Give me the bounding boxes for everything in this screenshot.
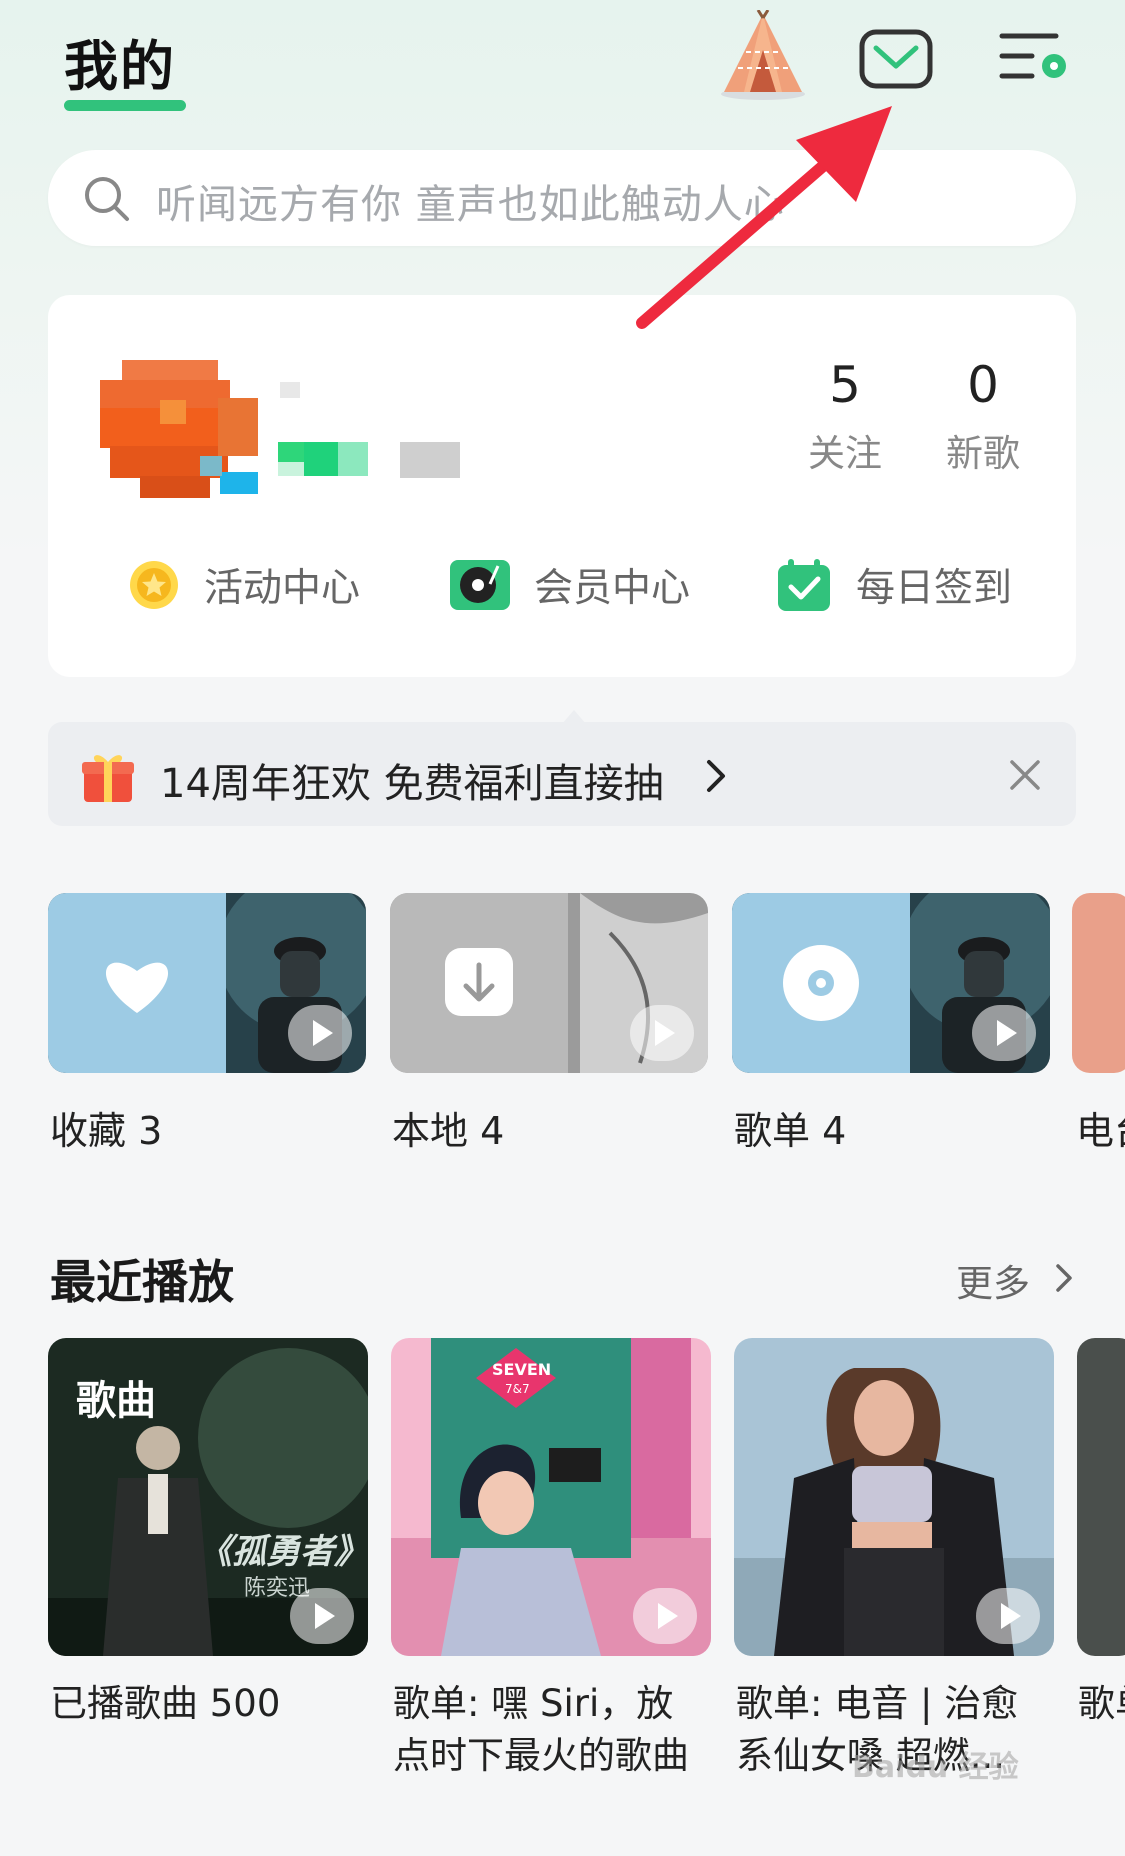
title-line: 已播歌曲 500 <box>50 1682 281 1725</box>
new-songs-label: 新歌 <box>946 432 1020 475</box>
activity-center-link[interactable]: 活动中心 <box>128 555 360 615</box>
play-button[interactable] <box>976 1588 1040 1644</box>
playlist-edm-card[interactable] <box>734 1338 1054 1656</box>
vip-center-label: 会员中心 <box>534 566 691 611</box>
more-link[interactable]: 更多 <box>956 1253 1030 1307</box>
playlist-partial-title: 歌单 <box>1078 1678 1125 1730</box>
close-icon[interactable] <box>1008 758 1042 792</box>
mail-icon[interactable] <box>858 28 934 90</box>
playlist-siri-card[interactable]: SEVEN 7&7 <box>391 1338 711 1656</box>
watermark: Baidu 经验 <box>852 1750 1019 1785</box>
playlist-card-partial[interactable] <box>1077 1338 1125 1656</box>
title-line: 歌单 <box>1078 1682 1125 1725</box>
radio-tile[interactable] <box>1072 893 1125 1073</box>
gift-icon <box>82 755 134 802</box>
search-icon <box>85 177 129 221</box>
daily-checkin-label: 每日签到 <box>856 566 1013 611</box>
activity-center-label: 活动中心 <box>204 566 361 611</box>
vinyl-player-icon <box>450 560 510 610</box>
play-button[interactable] <box>630 1005 694 1061</box>
chevron-right-icon[interactable] <box>1054 1262 1074 1294</box>
title-line: 点时下最火的歌曲 <box>393 1734 689 1777</box>
playlists-tile[interactable] <box>732 893 1050 1073</box>
following-stat[interactable]: 5 关注 <box>790 355 900 477</box>
following-label: 关注 <box>808 432 882 475</box>
cover-subtitle: 7&7 <box>505 1382 530 1396</box>
menu-settings-icon[interactable] <box>998 30 1072 88</box>
favorites-tile[interactable] <box>48 893 366 1073</box>
vip-center-link[interactable]: 会员中心 <box>450 555 690 615</box>
play-button[interactable] <box>972 1005 1036 1061</box>
local-label: 本地 4 <box>392 1109 505 1153</box>
promo-text[interactable]: 14周年狂欢 免费福利直接抽 <box>160 751 664 809</box>
play-button[interactable] <box>290 1588 354 1644</box>
new-songs-stat[interactable]: 0 新歌 <box>928 355 1038 477</box>
recent-songs-title: 已播歌曲 500 <box>50 1678 380 1730</box>
recent-section-title: 最近播放 <box>50 1255 234 1309</box>
playlist-siri-title: 歌单: 嘿 Siri，放 点时下最火的歌曲 <box>393 1678 723 1782</box>
title-line: 歌单: 嘿 Siri，放 <box>393 1682 674 1725</box>
annotation-arrow <box>636 106 892 329</box>
title-line: 歌单: 电音 | 治愈 <box>736 1682 1019 1725</box>
play-button[interactable] <box>288 1005 352 1061</box>
avatar[interactable] <box>100 360 260 500</box>
daily-checkin-link[interactable]: 每日签到 <box>776 555 1012 615</box>
cover-title: SEVEN <box>492 1360 552 1379</box>
title-underline <box>64 100 186 111</box>
page-title: 我的 <box>64 35 176 98</box>
playlists-label: 歌单 4 <box>734 1109 847 1153</box>
play-button[interactable] <box>633 1588 697 1644</box>
cover-title: 《孤勇者》 <box>198 1532 368 1572</box>
tent-icon[interactable] <box>718 10 808 102</box>
following-count: 5 <box>829 356 861 414</box>
song-badge: 歌曲 <box>76 1378 156 1424</box>
favorites-label: 收藏 3 <box>50 1109 163 1153</box>
local-tile[interactable] <box>390 893 708 1073</box>
medal-icon <box>130 561 178 609</box>
radio-label: 电台 <box>1076 1109 1125 1153</box>
username-blurred <box>278 382 460 478</box>
new-songs-count: 0 <box>967 356 999 414</box>
recent-songs-card[interactable]: 歌曲 《孤勇者》 陈奕迅 <box>48 1338 368 1656</box>
calendar-check-icon <box>778 559 830 611</box>
chevron-right-icon[interactable] <box>704 758 728 794</box>
